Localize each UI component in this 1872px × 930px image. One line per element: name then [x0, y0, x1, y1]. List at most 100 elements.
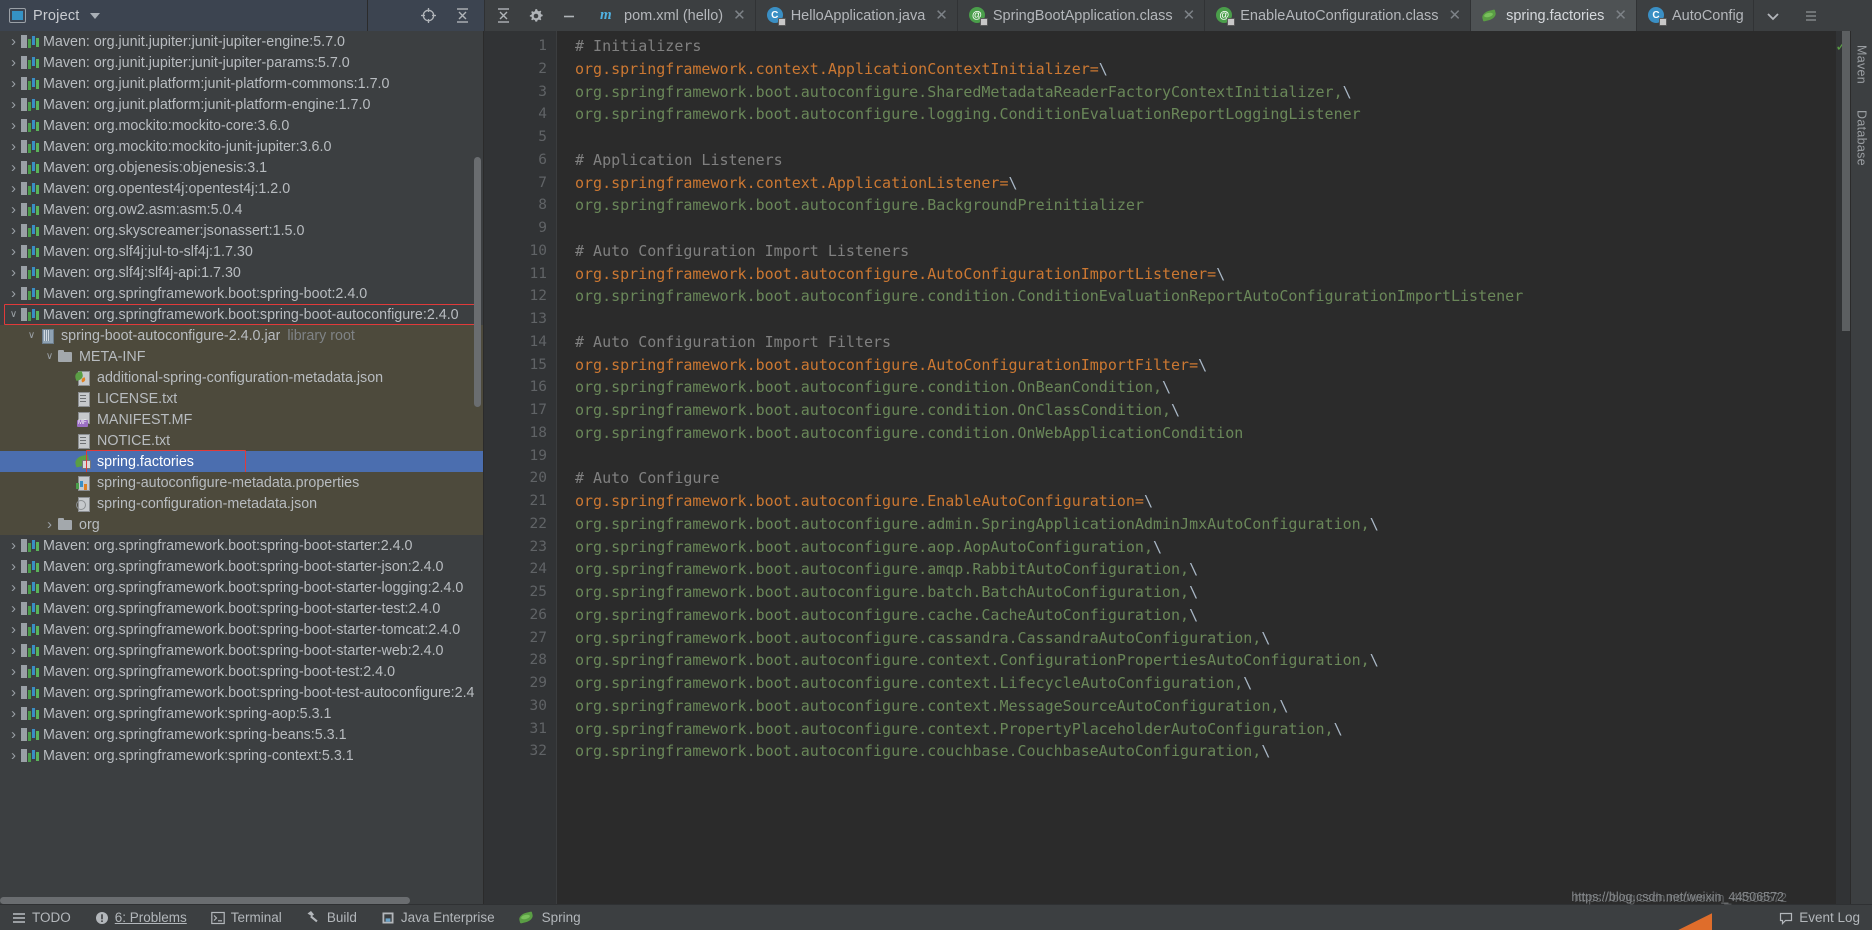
locate-icon[interactable]: [419, 7, 437, 25]
code-line[interactable]: org.springframework.context.ApplicationL…: [575, 172, 1836, 195]
tree-row[interactable]: › Maven: org.skyscreamer:jsonassert:1.5.0: [0, 220, 483, 241]
tree-row[interactable]: › Maven: org.mockito:mockito-core:3.6.0: [0, 115, 483, 136]
chevron-right-icon[interactable]: ›: [6, 75, 21, 92]
chevron-right-icon[interactable]: ›: [6, 96, 21, 113]
tab-pom-xml[interactable]: m pom.xml (hello) ✕: [589, 0, 756, 31]
status-event-log[interactable]: Event Log: [1779, 910, 1860, 925]
chevron-right-icon[interactable]: ›: [6, 138, 21, 155]
code-line[interactable]: org.springframework.context.ApplicationC…: [575, 58, 1836, 81]
tab-enableautoconfiguration-class[interactable]: @ EnableAutoConfiguration.class ✕: [1205, 0, 1472, 31]
tree-row[interactable]: › Maven: org.springframework.boot:spring-…: [0, 619, 483, 640]
tree-row[interactable]: › Maven: org.junit.platform:junit-platfor…: [0, 94, 483, 115]
tree-row[interactable]: › Maven: org.junit.platform:junit-platfor…: [0, 73, 483, 94]
code-line[interactable]: [575, 308, 1836, 331]
code-line[interactable]: # Initializers: [575, 35, 1836, 58]
code-line[interactable]: org.springframework.boot.autoconfigure.a…: [575, 536, 1836, 559]
tree-row[interactable]: ›MANIFEST.MF: [0, 409, 483, 430]
status-todo[interactable]: TODO: [12, 910, 71, 925]
tree-row[interactable]: ›additional-spring-configuration-metadat…: [0, 367, 483, 388]
code-line[interactable]: # Application Listeners: [575, 149, 1836, 172]
code-line[interactable]: [575, 126, 1836, 149]
close-icon[interactable]: ✕: [733, 8, 746, 23]
chevron-right-icon[interactable]: ›: [6, 285, 21, 302]
close-icon[interactable]: ✕: [1614, 8, 1627, 23]
tree-row[interactable]: › Maven: org.junit.jupiter:junit-jupiter-…: [0, 31, 483, 52]
close-icon[interactable]: ✕: [935, 8, 948, 23]
code-line[interactable]: org.springframework.boot.autoconfigure.c…: [575, 604, 1836, 627]
status-java-enterprise[interactable]: Java Enterprise: [381, 910, 495, 925]
tree-row[interactable]: ∨ spring-boot-autoconfigure-2.4.0.jar libr…: [0, 325, 483, 346]
chevron-right-icon[interactable]: ›: [6, 33, 21, 50]
chevron-right-icon[interactable]: ›: [6, 642, 21, 659]
chevron-down-icon[interactable]: ∨: [24, 330, 39, 341]
chevron-right-icon[interactable]: ›: [6, 579, 21, 596]
tree-row[interactable]: › Maven: org.objenesis:objenesis:3.1: [0, 157, 483, 178]
chevron-right-icon[interactable]: ›: [6, 117, 21, 134]
tree-row[interactable]: › Maven: org.slf4j:slf4j-api:1.7.30: [0, 262, 483, 283]
chevron-right-icon[interactable]: ›: [6, 264, 21, 281]
tree-horizontal-scrollbar[interactable]: [0, 897, 410, 904]
status-spring[interactable]: Spring: [519, 910, 581, 925]
project-tree[interactable]: › Maven: org.junit.jupiter:junit-jupiter-…: [0, 31, 483, 904]
code-line[interactable]: # Auto Configure: [575, 467, 1836, 490]
code-line[interactable]: org.springframework.boot.autoconfigure.c…: [575, 649, 1836, 672]
editor-scroll-gutter[interactable]: ✓: [1835, 31, 1850, 904]
chevron-right-icon[interactable]: ›: [6, 663, 21, 680]
tool-window-maven[interactable]: Maven: [1855, 45, 1869, 84]
collapse-all-icon-2[interactable]: [494, 7, 512, 25]
chevron-right-icon[interactable]: ›: [6, 243, 21, 260]
minimize-icon[interactable]: [560, 7, 578, 25]
tree-row[interactable]: › Maven: org.springframework:spring-aop:5…: [0, 703, 483, 724]
collapse-all-icon[interactable]: [453, 7, 471, 25]
tree-row[interactable]: › Maven: org.ow2.asm:asm:5.0.4: [0, 199, 483, 220]
code-line[interactable]: org.springframework.boot.autoconfigure.a…: [575, 558, 1836, 581]
tab-overflow-icon[interactable]: [1792, 0, 1830, 31]
code-line[interactable]: org.springframework.boot.autoconfigure.c…: [575, 627, 1836, 650]
code-line[interactable]: org.springframework.boot.autoconfigure.c…: [575, 376, 1836, 399]
tree-row[interactable]: › Maven: org.opentest4j:opentest4j:1.2.0: [0, 178, 483, 199]
code-line[interactable]: org.springframework.boot.autoconfigure.c…: [575, 718, 1836, 741]
tab-spring-factories[interactable]: spring.factories ✕: [1471, 0, 1637, 31]
tree-row[interactable]: › Maven: org.springframework.boot:spring-…: [0, 535, 483, 556]
tree-row[interactable]: › Maven: org.springframework.boot:spring-…: [0, 682, 483, 703]
status-build[interactable]: Build: [306, 910, 357, 925]
tab-helloapplication-java[interactable]: C HelloApplication.java ✕: [756, 0, 958, 31]
code-line[interactable]: org.springframework.boot.autoconfigure.B…: [575, 194, 1836, 217]
tree-row[interactable]: › Maven: org.springframework.boot:spring-…: [0, 661, 483, 682]
code-line[interactable]: org.springframework.boot.autoconfigure.c…: [575, 399, 1836, 422]
close-icon[interactable]: ✕: [1449, 8, 1462, 23]
status-problems[interactable]: 6: Problems: [95, 910, 187, 925]
chevron-right-icon[interactable]: ›: [6, 159, 21, 176]
chevron-down-icon[interactable]: [89, 12, 100, 19]
code-line[interactable]: org.springframework.boot.autoconfigure.c…: [575, 672, 1836, 695]
tree-row[interactable]: ›spring-configuration-metadata.json: [0, 493, 483, 514]
tree-row[interactable]: › Maven: org.springframework.boot:spring-…: [0, 598, 483, 619]
tree-row[interactable]: › Maven: org.slf4j:jul-to-slf4j:1.7.30: [0, 241, 483, 262]
code-line[interactable]: org.springframework.boot.autoconfigure.E…: [575, 490, 1836, 513]
tree-row[interactable]: › org: [0, 514, 483, 535]
tree-row[interactable]: › Maven: org.junit.jupiter:junit-jupiter-…: [0, 52, 483, 73]
tree-row[interactable]: › Maven: org.springframework.boot:spring-…: [0, 577, 483, 598]
code-line[interactable]: [575, 445, 1836, 468]
tree-vertical-scrollbar[interactable]: [474, 157, 481, 407]
code-line[interactable]: [575, 217, 1836, 240]
project-tree-panel[interactable]: › Maven: org.junit.jupiter:junit-jupiter-…: [0, 31, 484, 904]
chevron-right-icon[interactable]: ›: [6, 705, 21, 722]
code-line[interactable]: # Auto Configuration Import Listeners: [575, 240, 1836, 263]
chevron-down-icon[interactable]: ∨: [6, 309, 21, 320]
chevron-right-icon[interactable]: ›: [6, 621, 21, 638]
tree-row[interactable]: ›LICENSE.txt: [0, 388, 483, 409]
tree-row[interactable]: › Maven: org.springframework:spring-conte…: [0, 745, 483, 766]
tree-row[interactable]: › Maven: org.springframework.boot:spring-…: [0, 640, 483, 661]
project-panel-header[interactable]: Project: [0, 0, 368, 31]
tree-row[interactable]: ∨ META-INF: [0, 346, 483, 367]
tree-row[interactable]: › Maven: org.springframework:spring-beans…: [0, 724, 483, 745]
chevron-right-icon[interactable]: ›: [6, 54, 21, 71]
chevron-right-icon[interactable]: ›: [6, 180, 21, 197]
gear-icon[interactable]: [527, 7, 545, 25]
tab-autoconfig[interactable]: C AutoConfig: [1637, 0, 1754, 31]
code-line[interactable]: org.springframework.boot.autoconfigure.c…: [575, 422, 1836, 445]
chevron-right-icon[interactable]: ›: [6, 537, 21, 554]
tab-list-chevron-down-icon[interactable]: [1754, 0, 1792, 31]
code-line[interactable]: # Auto Configuration Import Filters: [575, 331, 1836, 354]
